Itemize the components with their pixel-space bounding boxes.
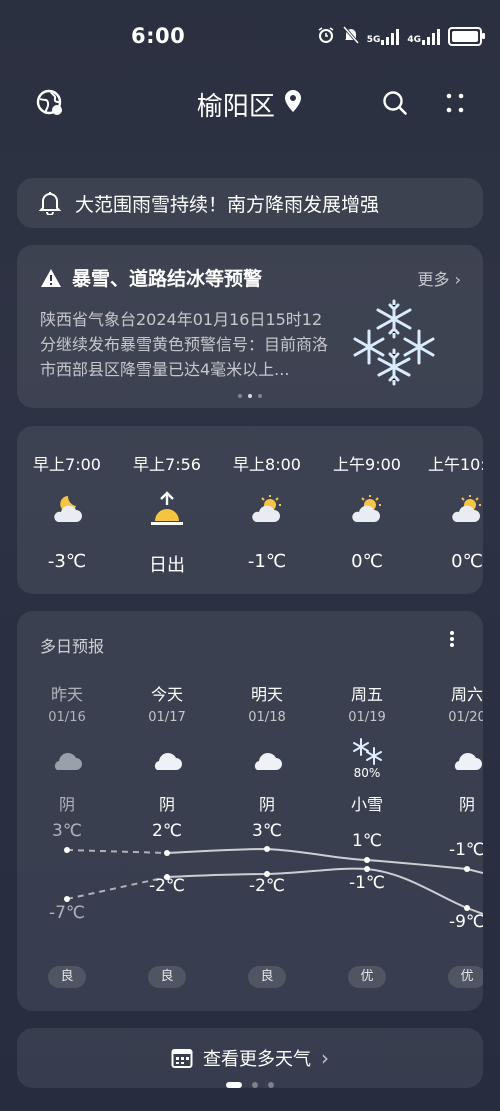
city-title[interactable]: 榆阳区 <box>0 86 500 123</box>
aqi-badge: 优 <box>448 966 483 988</box>
warning-pager <box>17 394 483 398</box>
warning-triangle-icon <box>40 268 62 288</box>
warning-body: 陕西省气象台2024年01月16日15时12分继续发布暴雪黄色预警信号：目前商洛… <box>40 310 329 379</box>
day-date: 01/16 <box>48 710 86 725</box>
moon-cloud-icon <box>17 489 117 529</box>
snowflake-icon <box>349 297 439 387</box>
hourly-time: 上午9:00 <box>333 455 401 474</box>
snow-icon <box>317 735 417 769</box>
aqi-badge: 良 <box>148 966 186 988</box>
hourly-forecast-card[interactable]: 早上7:00 -3℃ 早上7:56 日出 早上8:00 -1℃ 上午9:00 0… <box>17 426 483 594</box>
aqi-badge: 良 <box>48 966 86 988</box>
status-icons: 5G 4G <box>317 26 485 47</box>
day-high: 2℃ <box>152 821 182 841</box>
day-high: 3℃ <box>52 821 82 841</box>
aqi-badge: 优 <box>348 966 386 988</box>
bell-icon <box>39 191 61 215</box>
header: 榆阳区 <box>0 80 500 128</box>
day-low: -9℃ <box>448 912 483 932</box>
aqi-badge: 良 <box>248 966 286 988</box>
signal-4g-icon: 4G <box>407 28 440 45</box>
more-menu-icon[interactable] <box>438 86 472 120</box>
cloudy-icon <box>217 743 317 777</box>
hourly-item: 早上7:56 日出 <box>117 426 217 577</box>
day-high: 3℃ <box>252 821 282 841</box>
day-label: 周五 <box>350 685 383 704</box>
day-date: 01/18 <box>248 710 286 725</box>
day-low: -1℃ <box>348 873 386 893</box>
hourly-item: 早上8:00 -1℃ <box>217 426 317 572</box>
sun-cloud-icon <box>417 489 483 529</box>
day-weather: 阴 <box>258 795 275 814</box>
day-label: 今天 <box>150 685 183 704</box>
hourly-time: 早上7:00 <box>33 455 101 474</box>
day-high: 1℃ <box>352 831 382 851</box>
hourly-temp: -3℃ <box>47 551 87 572</box>
hourly-time: 上午10:00 <box>427 455 483 474</box>
hourly-temp: 0℃ <box>451 551 483 572</box>
cloudy-icon <box>417 743 483 777</box>
hourly-time: 早上7:56 <box>133 455 201 474</box>
day-low: -7℃ <box>48 903 86 923</box>
more-weather-label: 查看更多天气 <box>203 1049 311 1070</box>
status-bar: 6:00 5G 4G <box>0 0 500 70</box>
sun-cloud-icon <box>217 489 317 529</box>
multi-day-forecast-card[interactable]: 多日预报 昨天 01/16 阴 3℃ -7℃ 良 今天 01/17 阴 2℃ -… <box>17 611 483 1011</box>
location-pin-icon <box>283 90 303 120</box>
day-high: -1℃ <box>448 840 483 860</box>
mute-icon <box>342 26 359 47</box>
day-weather: 阴 <box>58 795 75 814</box>
day-weather: 阴 <box>158 795 175 814</box>
more-weather-button[interactable]: 查看更多天气 › <box>17 1028 483 1088</box>
more-warnings-link[interactable]: 更多 › <box>418 266 462 290</box>
calendar-icon <box>171 1047 193 1069</box>
precip-chance: 80% <box>353 766 381 780</box>
hourly-item: 早上7:00 -3℃ <box>17 426 117 572</box>
sunrise-label: 日出 <box>149 555 185 576</box>
sun-cloud-icon <box>317 489 417 529</box>
search-icon[interactable] <box>378 86 412 120</box>
day-low: -2℃ <box>148 876 186 896</box>
day-date: 01/20 <box>448 710 483 725</box>
day-label: 昨天 <box>50 685 83 704</box>
news-notice-bar[interactable]: 大范围雨雪持续！南方降雨发展增强 <box>17 178 483 228</box>
alarm-icon <box>317 26 335 47</box>
battery-icon <box>448 27 485 46</box>
day-date: 01/19 <box>348 710 386 725</box>
day-date: 01/17 <box>148 710 186 725</box>
hourly-item: 上午10:00 0℃ <box>417 426 483 572</box>
day-label: 周六 <box>450 685 483 704</box>
notice-text: 大范围雨雪持续！南方降雨发展增强 <box>75 193 380 216</box>
day-weather: 阴 <box>458 795 475 814</box>
day-low: -2℃ <box>248 876 286 896</box>
signal-5g-icon: 5G <box>367 28 400 45</box>
cloudy-icon <box>17 743 117 777</box>
day-weather: 小雪 <box>350 795 383 814</box>
city-name: 榆阳区 <box>196 92 275 122</box>
weather-warning-card[interactable]: 暴雪、道路结冰等预警 更多 › 陕西省气象台2024年01月16日15时12分继… <box>17 245 483 408</box>
warning-title: 暴雪、道路结冰等预警 <box>40 264 262 291</box>
chevron-right-icon: › <box>321 1046 329 1070</box>
status-time: 6:00 <box>131 24 186 48</box>
hourly-temp: -1℃ <box>247 551 287 572</box>
hourly-time: 早上8:00 <box>233 455 301 474</box>
warning-title-text: 暴雪、道路结冰等预警 <box>72 268 263 290</box>
sunrise-icon <box>117 489 217 529</box>
hourly-item: 上午9:00 0℃ <box>317 426 417 572</box>
day-label: 明天 <box>250 685 283 704</box>
cloudy-icon <box>117 743 217 777</box>
hourly-temp: 0℃ <box>351 551 383 572</box>
page-indicator <box>0 1082 500 1088</box>
